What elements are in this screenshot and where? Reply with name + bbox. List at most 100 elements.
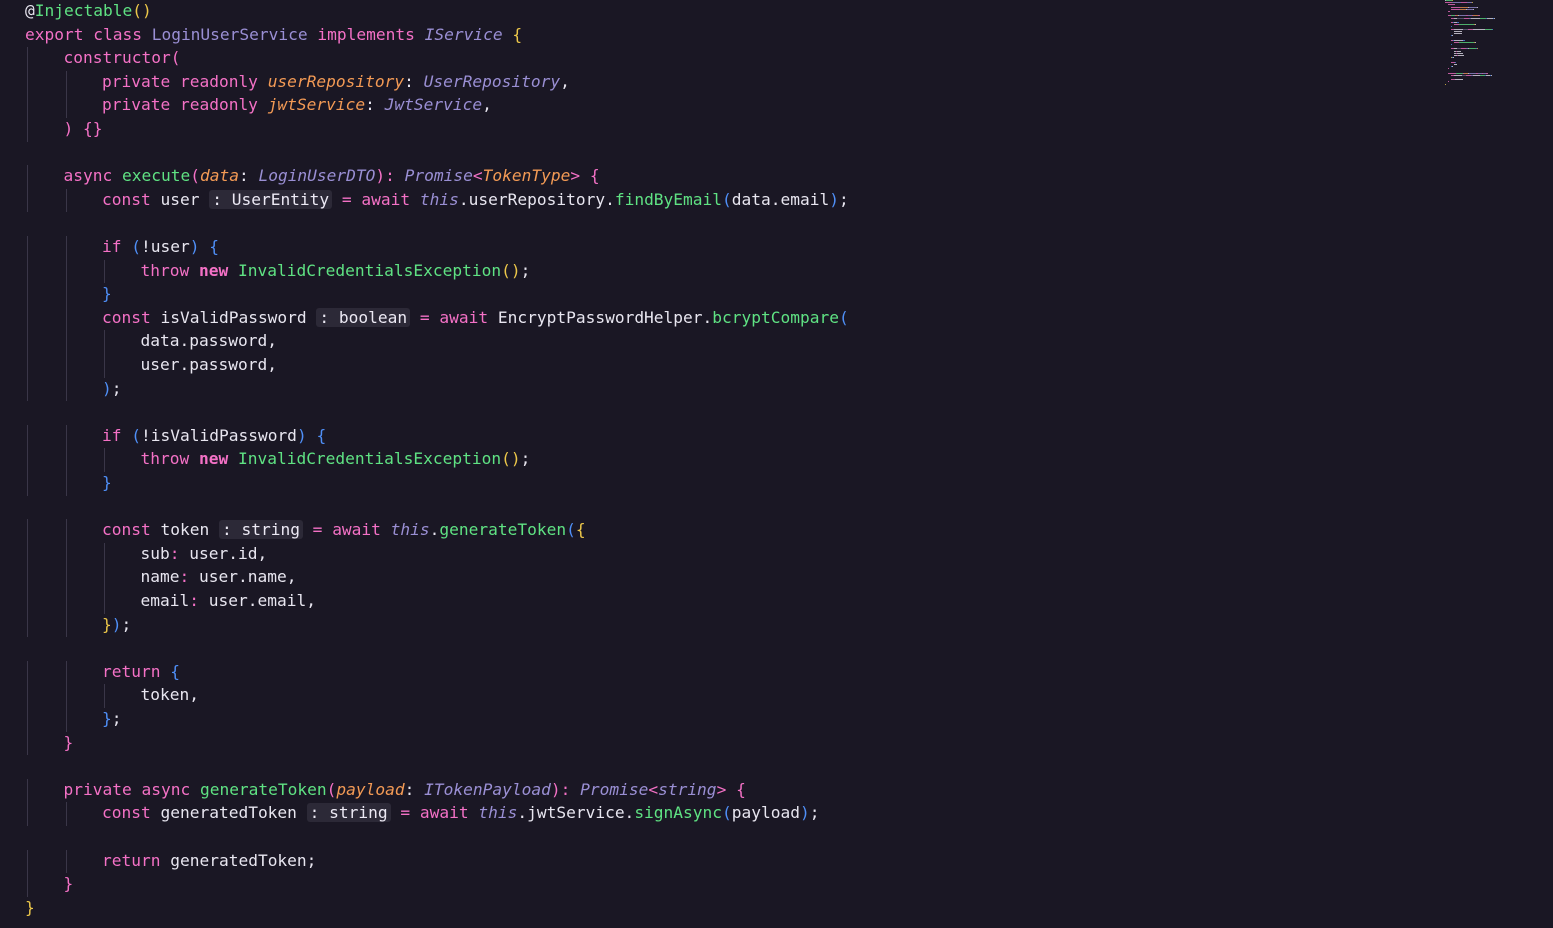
code-line[interactable]: const user : UserEntity = await this.use… — [102, 189, 849, 211]
indent-guide — [27, 684, 28, 708]
indent-guide — [65, 590, 67, 614]
minimap-token — [1458, 55, 1464, 56]
code-line[interactable]: throw new InvalidCredentialsException(); — [141, 448, 531, 470]
code-token: new — [198, 449, 238, 469]
code-token: Injectable — [34, 1, 133, 20]
indent-guide — [27, 424, 28, 449]
code-line[interactable]: email: user.email, — [141, 590, 316, 612]
code-line[interactable]: } — [102, 472, 112, 494]
code-token: await — [361, 189, 420, 209]
code-line[interactable]: }; — [102, 708, 122, 730]
indent-guide — [27, 448, 28, 472]
code-token: , — [560, 71, 570, 91]
code-line[interactable]: return { — [102, 661, 180, 683]
indent-guide — [104, 566, 105, 590]
code-token: : — [189, 591, 209, 610]
code-token: user.email, — [208, 591, 316, 610]
code-line[interactable]: data.password, — [141, 330, 277, 352]
code-token: : — [169, 543, 190, 563]
code-line[interactable]: @Injectable() — [25, 0, 152, 22]
minimap-token — [1451, 26, 1452, 28]
code-token: { — [316, 425, 327, 445]
code-token: ; — [111, 709, 122, 728]
code-line[interactable]: }); — [102, 614, 131, 636]
code-token: bcryptCompare — [712, 307, 839, 327]
minimap-token — [1487, 72, 1488, 74]
code-line[interactable]: const isValidPassword : boolean = await … — [102, 307, 849, 329]
minimap-token — [1469, 48, 1476, 50]
code-token: InvalidCredentialsException — [237, 260, 502, 280]
code-token: async — [63, 166, 122, 186]
code-line[interactable]: user.password, — [141, 354, 277, 376]
code-token: ( — [722, 189, 732, 209]
minimap-token — [1459, 15, 1466, 17]
minimap-token — [1457, 50, 1461, 52]
indent-guide — [27, 873, 28, 897]
code-token: implements — [317, 24, 425, 44]
code-line[interactable]: if (!user) { — [102, 236, 219, 258]
code-token: data — [199, 166, 239, 186]
code-token: new — [198, 260, 238, 280]
code-token: data.password, — [140, 331, 277, 351]
indent-guide — [65, 188, 67, 213]
code-token: isValidPassword — [160, 307, 317, 327]
code-token: } — [63, 874, 74, 894]
code-token: ; — [520, 260, 531, 280]
code-line[interactable]: const token : string = await this.genera… — [102, 519, 586, 541]
code-token: findByEmail — [614, 189, 723, 209]
code-line[interactable]: return generatedToken; — [102, 850, 316, 872]
minimap-token — [1449, 11, 1450, 12]
code-line[interactable]: private readonly jwtService: JwtService, — [102, 94, 492, 116]
code-line[interactable]: } — [25, 897, 35, 919]
minimap-token — [1469, 72, 1476, 74]
indent-guide — [104, 684, 105, 708]
indent-guide — [27, 354, 28, 378]
code-line[interactable]: private readonly userRepository: UserRep… — [102, 71, 570, 93]
code-token: } — [102, 709, 112, 728]
code-token: name — [140, 567, 180, 587]
code-token: : — [404, 779, 425, 799]
code-token: = — [332, 189, 362, 209]
code-line[interactable]: ); — [102, 378, 122, 400]
type-hint: : string — [218, 520, 303, 540]
code-line[interactable]: } — [64, 732, 74, 754]
code-line[interactable]: async execute(data: LoginUserDTO): Promi… — [64, 165, 600, 187]
indent-guide — [27, 94, 28, 118]
code-line[interactable]: } — [64, 873, 74, 895]
code-line[interactable]: } — [102, 283, 112, 305]
code-line[interactable]: throw new InvalidCredentialsException(); — [141, 260, 531, 282]
code-token: () — [132, 1, 152, 20]
minimap[interactable] — [1445, 0, 1545, 92]
code-token: ; — [121, 614, 132, 634]
code-token: ) — [189, 237, 210, 256]
minimap-token — [1471, 17, 1480, 19]
code-token: ( — [326, 779, 337, 799]
code-token: await — [419, 803, 479, 823]
code-token: ( — [131, 425, 141, 445]
indent-guide — [104, 259, 105, 284]
code-token: ) — [63, 119, 83, 138]
indent-guide — [65, 330, 67, 354]
indent-guide — [65, 94, 67, 118]
code-line[interactable]: name: user.name, — [141, 566, 297, 588]
code-line[interactable]: constructor( — [64, 47, 181, 69]
code-token: } — [25, 897, 35, 917]
code-editor[interactable]: @Injectable() export class LoginUserServi… — [0, 0, 1553, 928]
indent-guide — [65, 472, 67, 496]
code-line[interactable]: ) {} — [64, 118, 103, 140]
code-line[interactable]: private async generateToken(payload: ITo… — [64, 779, 746, 801]
indent-guide — [27, 70, 28, 95]
minimap-token — [1454, 63, 1457, 65]
code-line[interactable]: if (!isValidPassword) { — [102, 425, 326, 447]
code-token: TokenType — [482, 166, 571, 186]
code-line[interactable]: const generatedToken : string = await th… — [102, 802, 820, 824]
code-line[interactable]: token, — [141, 684, 199, 706]
code-token: ) — [102, 378, 112, 398]
code-token: } — [102, 284, 112, 304]
code-token: ): — [550, 779, 581, 799]
code-token: ( — [131, 237, 141, 256]
minimap-token — [1454, 74, 1462, 76]
code-line[interactable]: export class LoginUserService implements… — [25, 24, 522, 46]
code-token: : — [179, 567, 199, 587]
code-line[interactable]: sub: user.id, — [141, 543, 268, 565]
